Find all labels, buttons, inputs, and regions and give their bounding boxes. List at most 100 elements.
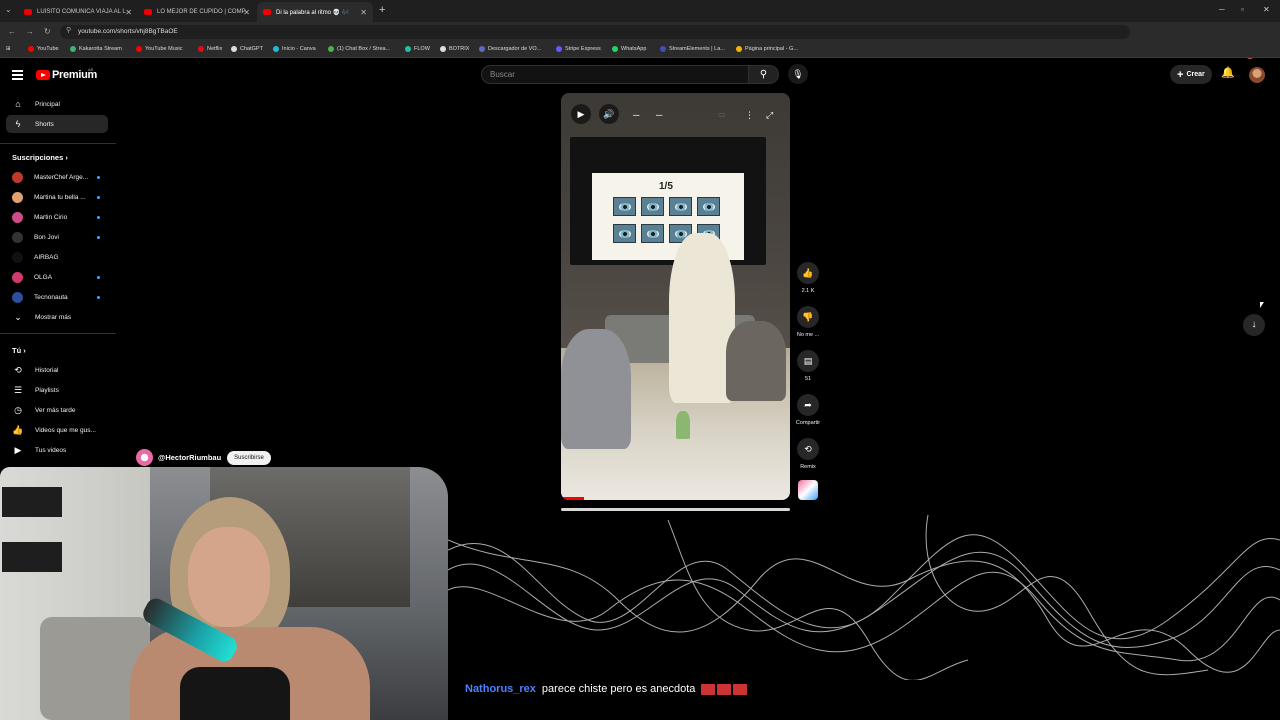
bookmark-favicon-icon: [70, 46, 76, 52]
create-button[interactable]: + Crear: [1170, 65, 1212, 84]
account-avatar[interactable]: [1249, 67, 1265, 83]
bookmark-favicon-icon: [479, 46, 485, 52]
sidebar-item-you[interactable]: 👍 Videos que me gus...: [6, 421, 108, 439]
bookmark-item[interactable]: ChatGPT: [231, 46, 263, 52]
bookmark-item[interactable]: FLOW: [405, 46, 430, 52]
address-bar-row: ← → ↻ youtube.com/shorts/vhj8BgTBaOE ▭ ☆…: [0, 22, 1280, 59]
browser-tab-1[interactable]: LUISITO COMUNICA VIAJA AL L ✕: [18, 2, 138, 22]
audio-thumbnail[interactable]: [798, 480, 818, 500]
sidebar-item-subscription[interactable]: Bon Jovi: [6, 228, 108, 246]
forward-icon[interactable]: →: [26, 27, 34, 36]
browser-tab-2[interactable]: LO MEJOR DE CUPIDO | COMP ✕: [138, 2, 256, 22]
bookmark-item[interactable]: YouTube Music: [136, 46, 183, 52]
play-icon[interactable]: ▶: [571, 104, 591, 124]
sidebar-item-you[interactable]: ☰ Playlists: [6, 381, 108, 399]
video-frame-person: [561, 329, 631, 449]
microphone-icon[interactable]: 🎙: [788, 64, 808, 84]
like-button[interactable]: 👍 2.1 K: [794, 262, 822, 294]
bookmark-item[interactable]: Inicio - Canva: [273, 46, 316, 52]
bookmark-item[interactable]: StreamElements | La...: [660, 46, 725, 52]
sidebar-item-you[interactable]: ⟲ Historial: [6, 361, 108, 379]
sidebar-item-label: MasterChef Arge...: [34, 173, 89, 181]
shorts-video-player[interactable]: ▶ 🔊 ─ ─ ▭ ⋮ ⤢: [561, 93, 790, 500]
you-heading[interactable]: Tú ›: [12, 346, 26, 355]
bookmark-favicon-icon: [198, 46, 204, 52]
restore-icon[interactable]: ▫: [1241, 5, 1244, 14]
volume-icon[interactable]: 🔊: [599, 104, 619, 124]
sidebar-item-label: AIRBAG: [34, 253, 59, 261]
sidebar-item-label: Tecnonauta: [34, 293, 68, 301]
sidebar-item-subscription[interactable]: MasterChef Arge...: [6, 168, 108, 186]
youtube-favicon-icon: [263, 9, 271, 15]
youtube-premium-logo[interactable]: Premium AR: [36, 67, 97, 81]
bookmark-favicon-icon: [328, 46, 334, 52]
bookmark-item[interactable]: Descargador de VO...: [479, 46, 541, 52]
comment-icon: ▤: [797, 350, 819, 372]
show-more-button[interactable]: ⌄ Mostrar más: [6, 308, 108, 326]
bookmarks-bar: ⊞ YouTube Kakarotta Stream YouTube Music Ne…: [0, 42, 1280, 58]
volume-slider-thumb[interactable]: ─: [656, 110, 662, 120]
subscriptions-title: Suscripciones: [12, 153, 64, 162]
bookmark-item[interactable]: WhatsApp: [612, 46, 646, 52]
menu-icon[interactable]: [12, 70, 23, 82]
bookmark-item[interactable]: BOTRIX: [440, 46, 469, 52]
volume-slider[interactable]: ─: [633, 110, 639, 120]
bookmark-item[interactable]: Stripe Express: [556, 46, 601, 52]
reload-icon[interactable]: ↻: [44, 27, 51, 36]
next-short-arrow-icon[interactable]: ↓: [1243, 314, 1265, 336]
subscribe-button[interactable]: Suscribirse: [227, 450, 271, 465]
sidebar-item-you[interactable]: ◷ Ver más tarde: [6, 401, 108, 419]
sidebar-item-subscription[interactable]: AIRBAG: [6, 248, 108, 266]
sidebar-item-subscription[interactable]: Tecnonauta: [6, 288, 108, 306]
apps-icon[interactable]: ⊞: [6, 46, 11, 52]
notifications-bell-icon[interactable]: 🔔: [1221, 66, 1235, 79]
new-tab-icon[interactable]: +: [379, 4, 385, 16]
sidebar-item-subscription[interactable]: Martin Cirio: [6, 208, 108, 226]
new-content-dot: [97, 295, 100, 299]
search-icon[interactable]: ⚲: [749, 65, 779, 84]
share-button[interactable]: ➦ Compartir: [794, 394, 822, 426]
back-icon[interactable]: ←: [8, 27, 16, 36]
youtube-favicon-icon: [144, 9, 152, 15]
bookmark-item[interactable]: Página principal - G...: [736, 46, 798, 52]
game-counter: 1/5: [659, 181, 673, 192]
mouse-cursor-icon: [1260, 302, 1264, 308]
tab-search-icon[interactable]: ⌄: [5, 5, 12, 14]
bookmark-item[interactable]: (1) Chat Box / Strea...: [328, 46, 390, 52]
fullscreen-icon[interactable]: ⤢: [766, 110, 773, 121]
audio-wave-visualizer: [448, 514, 1280, 680]
close-tab-icon[interactable]: ✕: [360, 8, 367, 17]
comment-count: 51: [804, 376, 812, 382]
search-input[interactable]: Buscar: [481, 65, 749, 84]
bookmark-label: Descargador de VO...: [488, 46, 542, 52]
home-icon: ⌂: [15, 99, 21, 109]
bookmark-item[interactable]: Kakarotta Stream: [70, 46, 122, 52]
url-field[interactable]: youtube.com/shorts/vhj8BgTBaOE: [60, 25, 1130, 39]
bookmark-item[interactable]: YouTube: [28, 46, 59, 52]
new-content-dot: [97, 195, 100, 199]
captions-icon[interactable]: ▭: [718, 110, 726, 119]
close-tab-icon[interactable]: ✕: [125, 8, 132, 17]
sidebar-item-principal[interactable]: ⌂ Principal: [6, 95, 108, 113]
sidebar-item-label: Mostrar más: [35, 313, 72, 321]
minimize-icon[interactable]: ─: [1219, 5, 1225, 14]
sidebar-item-you[interactable]: ▶ Tus videos: [6, 441, 108, 459]
close-window-icon[interactable]: ✕: [1263, 5, 1270, 14]
dislike-button[interactable]: 👎 No me ...: [794, 306, 822, 338]
channel-name[interactable]: @HectorRiumbau: [158, 453, 221, 462]
sidebar-item-subscription[interactable]: Martina tu bella ...: [6, 188, 108, 206]
comments-button[interactable]: ▤ 51: [794, 350, 822, 382]
browser-tab-3[interactable]: Di la palabra al ritmo 💀 🎶 ✕: [257, 2, 373, 22]
close-tab-icon[interactable]: ✕: [243, 8, 250, 17]
sidebar-item-subscription[interactable]: OLGA: [6, 268, 108, 286]
sidebar-item-shorts[interactable]: ϟ Shorts: [6, 115, 108, 133]
video-progress-bar[interactable]: [561, 497, 584, 500]
more-options-icon[interactable]: ⋮: [745, 110, 754, 121]
site-info-icon[interactable]: ⚲: [66, 26, 71, 34]
bookmark-favicon-icon: [736, 46, 742, 52]
channel-avatar[interactable]: [136, 449, 153, 466]
remix-button[interactable]: ⟲ Remix: [794, 438, 822, 470]
playlist-icon: ☰: [13, 384, 23, 395]
bookmark-item[interactable]: Netflix: [198, 46, 222, 52]
subscriptions-heading[interactable]: Suscripciones ›: [12, 153, 68, 162]
